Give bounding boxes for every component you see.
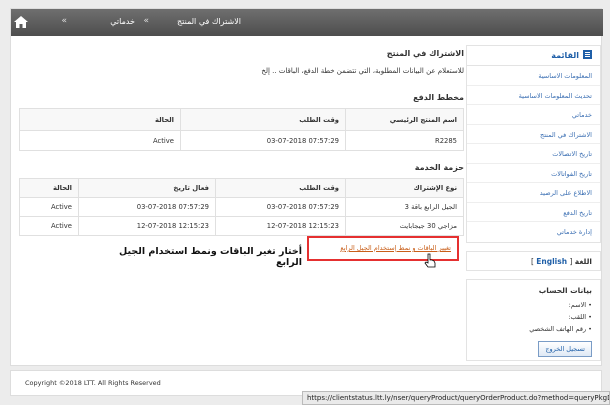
account-phone-label: رقم الهاتف الشخصي [529,324,587,333]
table-cell: Active [19,130,181,151]
main-content: الاشتراك في المنتج للاستعلام عن البيانات… [19,45,464,236]
table-cell: Active [19,197,79,217]
logout-button[interactable]: تسجيل الخروج [538,340,592,357]
sidebar-item-balance[interactable]: الاطلاع على الرصيد [467,183,600,203]
status-bar-url: https://clientstatus.ltt.ly/nser/queryPr… [302,391,610,405]
language-english-link[interactable]: English [536,257,567,266]
sidebar-item-invoice-history[interactable]: تاريخ الفواتالات [467,164,600,183]
account-surname-label: اللقب: [568,312,587,321]
service-table: نوع الإشتراك وقت الطلب فعال تاريخ الحالة… [19,178,464,236]
table-row: R2285 07:57:29 03-07-2018 Active [19,130,464,151]
table-cell: 07:57:29 03-07-2018 [180,130,346,151]
sidebar-item-basic-info[interactable]: المعلومات الاساسية [467,66,600,86]
table-header: وقت الطلب [180,108,346,131]
table-cell: 07:57:29 03-07-2018 [215,197,346,217]
table-cell: Active [19,216,79,236]
breadcrumb-bar: خدماتي » » الاشتراك في المنتج [11,9,603,36]
menu-title-label: القائمة [551,51,579,60]
sidebar-item-update-info[interactable]: تحديث المعلومات الاساسية [467,86,600,105]
account-phone-row: • رقم الهاتف الشخصي [529,324,592,333]
table-cell: 12:15:23 12-07-2018 [215,216,346,236]
account-box: بيانات الحساب • الاسم: • اللقب: • رقم ال… [466,278,601,361]
table-cell: الجيل الرابع باقة 3 [345,197,464,217]
page-title: الاشتراك في المنتج [386,49,464,58]
language-bracket: [ [569,256,573,266]
sidebar-item-product-subscription[interactable]: الاشتراك في المنتج [467,125,600,144]
account-surname-row: • اللقب: [568,312,592,321]
breadcrumb-current: الاشتراك في المنتج [177,17,241,26]
payment-table: اسم المنتج الرئيسي وقت الطلب الحالة R228… [19,108,464,151]
breadcrumb-separator: » [61,16,67,26]
table-cell: R2285 [345,130,464,151]
table-cell: 12:15:23 12-07-2018 [78,216,216,236]
table-header: الحالة [19,178,79,198]
service-section-title: حزمة الخدمة [414,163,464,172]
table-header: الحالة [19,108,181,131]
table-header: اسم المنتج الرئيسي [345,108,464,131]
intro-text: للاستعلام عن البيانات المطلوبة، التي تتض… [261,67,464,75]
account-name-row: • الاسم: [568,300,592,309]
table-header: وقت الطلب [215,178,346,198]
language-label: اللغة [574,256,592,266]
breadcrumb-separator: » [143,16,149,26]
table-cell: 07:57:29 03-07-2018 [78,197,216,217]
breadcrumb-myservices[interactable]: خدماتي [110,17,135,26]
sidebar: القائمة المعلومات الاساسية تحديث المعلوم… [466,45,601,361]
hand-cursor-icon [423,253,437,269]
language-bracket: ] [530,256,534,266]
sidebar-item-call-history[interactable]: تاريخ الاتصالات [467,144,600,164]
table-header: فعال تاريخ [78,178,216,198]
copyright-text: Copyright ©2018 LTT. All Rights Reserved [25,379,161,387]
payment-section-title: مخطط الدفع [413,93,464,102]
table-row: الجيل الرابع باقة 3 07:57:29 03-07-2018 … [19,197,464,217]
sidebar-menu: القائمة المعلومات الاساسية تحديث المعلوم… [466,45,601,243]
home-icon[interactable] [11,12,31,32]
table-cell: مزاجي 30 جيجابايت [345,216,464,236]
table-row: مزاجي 30 جيجابايت 12:15:23 12-07-2018 12… [19,216,464,236]
sidebar-item-manage-services[interactable]: إدارة خدماتي [467,222,600,242]
account-name-label: الاسم: [568,300,587,309]
sidebar-item-payment-history[interactable]: تاريخ الدفع [467,203,600,222]
account-heading: بيانات الحساب [538,285,592,295]
menu-icon [583,50,592,61]
table-header: نوع الإشتراك [345,178,464,198]
menu-title: القائمة [467,46,600,66]
tutorial-annotation: أختار تغير الباقات ونمط استخدام الجيل ال… [119,246,302,268]
sidebar-item-my-services[interactable]: خدماتي [467,105,600,125]
language-box: اللغة [ English ] [466,250,601,271]
page-container: خدماتي » » الاشتراك في المنتج الاشتراك ف… [10,8,603,366]
